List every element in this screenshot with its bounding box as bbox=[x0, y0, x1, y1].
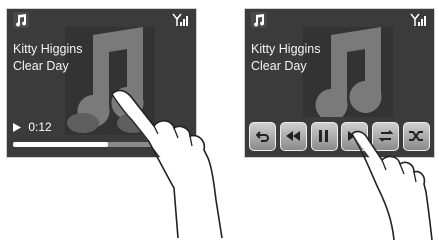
playback-controls bbox=[249, 119, 430, 153]
repeat-back-icon bbox=[255, 131, 269, 142]
signal-strength-icon bbox=[172, 13, 190, 27]
player-screen-left: Kitty Higgins Clear Day 0:12 bbox=[6, 8, 197, 158]
shuffle-button[interactable] bbox=[402, 121, 430, 151]
rewind-icon bbox=[286, 131, 301, 141]
skip-forward-icon bbox=[347, 131, 362, 141]
progress-bar[interactable] bbox=[13, 142, 186, 147]
track-info: Kitty Higgins Clear Day bbox=[251, 41, 320, 75]
track-title: Clear Day bbox=[251, 59, 307, 73]
music-note-icon bbox=[251, 12, 267, 28]
artist-name: Kitty Higgins bbox=[251, 42, 321, 56]
pause-icon bbox=[319, 130, 329, 142]
back-button[interactable] bbox=[249, 121, 276, 151]
artist-name: Kitty Higgins bbox=[13, 42, 83, 56]
skip-forward-button[interactable] bbox=[341, 121, 369, 151]
repeat-icon bbox=[378, 130, 394, 142]
signal-strength-icon bbox=[410, 13, 428, 27]
play-icon bbox=[13, 120, 24, 134]
track-title: Clear Day bbox=[13, 59, 69, 73]
shuffle-icon bbox=[409, 131, 424, 141]
repeat-button[interactable] bbox=[372, 121, 400, 151]
progress-fill bbox=[13, 142, 109, 147]
playback-status: 0:12 bbox=[13, 120, 52, 134]
player-screen-right: Kitty Higgins Clear Day bbox=[244, 8, 435, 158]
elapsed-time: 0:12 bbox=[28, 120, 52, 134]
track-info: Kitty Higgins Clear Day bbox=[13, 41, 82, 75]
pause-button[interactable] bbox=[310, 121, 338, 151]
music-note-icon bbox=[13, 12, 29, 28]
rewind-button[interactable] bbox=[279, 121, 307, 151]
